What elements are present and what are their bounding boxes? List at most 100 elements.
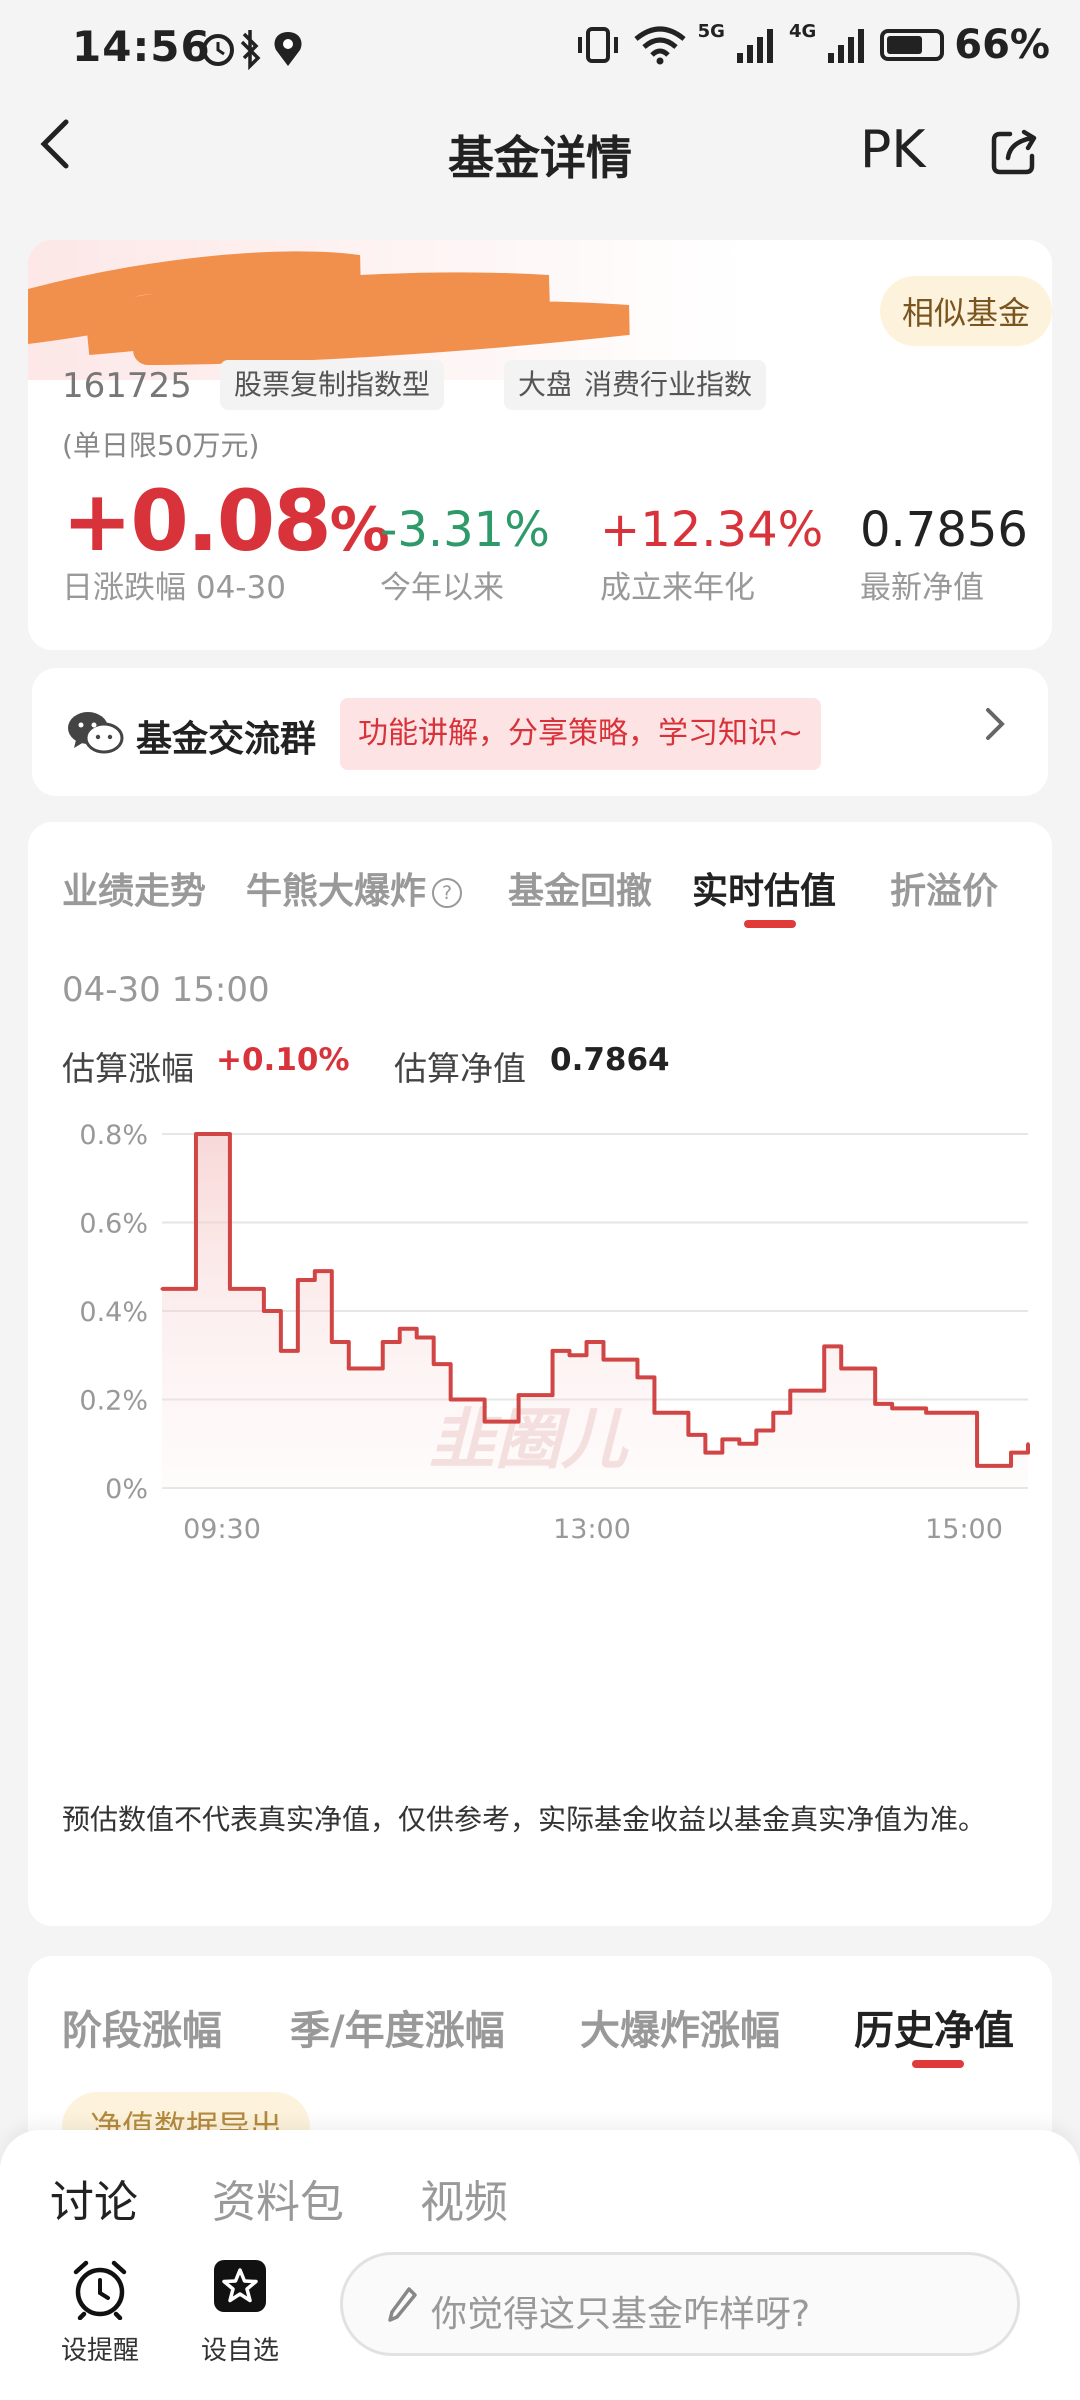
tab-drawdown[interactable]: 基金回撤 [508, 862, 652, 914]
chart-point [483, 1420, 487, 1424]
comment-placeholder: 你觉得这只基金咋样呀? [431, 2294, 811, 2335]
chart-point [568, 1353, 572, 1357]
set-reminder-label: 设提醒 [60, 2336, 139, 2366]
daily-change-label: 日涨跌幅 04-30 [62, 570, 286, 606]
estimate-change-value: +0.10% [216, 1042, 350, 1078]
chart-point [856, 1367, 860, 1371]
ytd-value: -3.31% [380, 502, 550, 558]
chart-point [635, 1375, 639, 1379]
x-tick-label: 09:30 [183, 1514, 261, 1545]
group-badge: 功能讲解，分享策略，学习知识~ [340, 698, 822, 770]
tab-bull-bear[interactable]: 牛熊大爆炸? [246, 862, 463, 914]
chart-point [245, 1287, 249, 1291]
nav-bar: 基金详情 PK [0, 104, 1080, 200]
chart-point [364, 1367, 368, 1371]
chart-point [788, 1389, 792, 1393]
chart-point [330, 1340, 334, 1344]
chart-point [1009, 1451, 1013, 1455]
chart-point [177, 1287, 181, 1291]
fund-group-banner[interactable]: 基金交流群 功能讲解，分享策略，学习知识~ [32, 668, 1048, 796]
y-tick-label: 0.4% [79, 1297, 148, 1328]
tab-history-nav[interactable]: 历史净值 [854, 1998, 1014, 2056]
chart-point [924, 1411, 928, 1415]
chart-point [228, 1287, 232, 1291]
star-icon [214, 2260, 266, 2312]
tab-videos[interactable]: 视频 [420, 2166, 508, 2230]
fund-tag[interactable]: 股票复制指数型 [220, 360, 445, 410]
tab-annual-returns[interactable]: 季/年度涨幅 [290, 1998, 505, 2056]
cell-signal-icon [736, 29, 773, 63]
share-icon [991, 129, 1037, 175]
chart-point [754, 1428, 758, 1432]
daily-change-value: +0.08% [62, 472, 390, 570]
y-tick-label: 0.8% [79, 1120, 148, 1151]
tab-premium[interactable]: 折溢价 [890, 862, 998, 914]
tab-stage-returns[interactable]: 阶段涨幅 [62, 1998, 222, 2056]
x-tick-label: 15:00 [925, 1514, 1003, 1545]
add-watchlist-label: 设自选 [200, 2336, 279, 2366]
chart-point [449, 1398, 453, 1401]
add-watchlist-button[interactable]: 设自选 [180, 2248, 300, 2388]
y-tick-label: 0% [105, 1474, 148, 1505]
chart-point [839, 1367, 843, 1371]
share-button[interactable] [988, 126, 1037, 175]
group-title: 基金交流群 [136, 719, 317, 760]
chart-point [1026, 1442, 1030, 1446]
battery-icon [880, 29, 945, 61]
chart-point [313, 1269, 317, 1273]
latest-nav-label: 最新净值 [860, 570, 984, 606]
annualized-label: 成立来年化 [600, 570, 755, 606]
purchase-limit: (单日限50万元) [62, 429, 260, 462]
signal1-label: 5G [697, 20, 725, 42]
estimate-change-label: 估算涨幅 [62, 1049, 194, 1088]
set-reminder-button[interactable]: 设提醒 [40, 2248, 160, 2388]
chart-point [534, 1393, 538, 1397]
chart-point [618, 1358, 622, 1362]
chart-point [941, 1411, 945, 1415]
redaction-scribble [28, 251, 630, 365]
chart-point [381, 1340, 385, 1344]
chart-point [720, 1437, 724, 1441]
annualized-value: +12.34% [600, 502, 824, 558]
chart-point [907, 1406, 911, 1410]
chart-point [873, 1402, 877, 1406]
cell-signal-2-icon [828, 29, 865, 63]
help-icon[interactable]: ? [432, 878, 463, 908]
comment-input[interactable]: 你觉得这只基金咋样呀? [340, 2252, 1020, 2356]
tab-bull-bear-label: 牛熊大爆炸 [246, 871, 427, 912]
chart-point [585, 1340, 589, 1344]
tab-materials[interactable]: 资料包 [212, 2166, 344, 2230]
y-tick-label: 0.6% [79, 1209, 148, 1240]
chart-point [279, 1349, 283, 1353]
wechat-icon [68, 712, 124, 754]
similar-funds-button[interactable]: 相似基金 [880, 276, 1052, 346]
y-tick-label: 0.2% [79, 1386, 148, 1417]
estimate-nav-value: 0.7864 [550, 1042, 670, 1078]
estimate-nav-label: 估算净值 [394, 1049, 526, 1088]
back-button[interactable] [36, 114, 76, 188]
tab-performance[interactable]: 业绩走势 [62, 862, 206, 914]
fund-tag[interactable]: 消费行业指数 [570, 360, 767, 410]
chevron-left-icon [40, 119, 69, 169]
realtime-estimate-card: 业绩走势 牛熊大爆炸? 基金回撤 实时估值 折溢价 04-30 15:00 估算… [28, 822, 1052, 1926]
status-right: 5G 4G 66% [574, 20, 1050, 68]
chart-point [160, 1287, 164, 1291]
chart-point [398, 1327, 402, 1331]
chevron-right-icon [982, 702, 1008, 757]
chart-point [805, 1389, 809, 1393]
chart-point [194, 1132, 198, 1136]
tab-realtime-estimate[interactable]: 实时估值 [692, 862, 836, 914]
fund-code: 161725 [62, 366, 192, 406]
tab-discussion[interactable]: 讨论 [50, 2166, 138, 2230]
fund-summary-card: 相似基金 161725 股票复制指数型 大盘 消费行业指数 (单日限50万元) … [28, 240, 1052, 650]
pk-button[interactable]: PK [860, 120, 925, 180]
chart-point [415, 1336, 419, 1340]
estimate-chart[interactable]: 韭圈儿 0.8%0.6%0.4%0.2%0% 09:3013:0015:00 [28, 1102, 1052, 1602]
chart-point [703, 1451, 707, 1455]
latest-nav-value: 0.7856 [860, 502, 1028, 558]
tab-boom-returns[interactable]: 大爆炸涨幅 [580, 1998, 780, 2056]
status-time: 14:56 [72, 22, 211, 71]
signal2-label: 4G [788, 20, 817, 42]
alarm-status-icon [202, 30, 302, 71]
chart-point [822, 1344, 826, 1348]
